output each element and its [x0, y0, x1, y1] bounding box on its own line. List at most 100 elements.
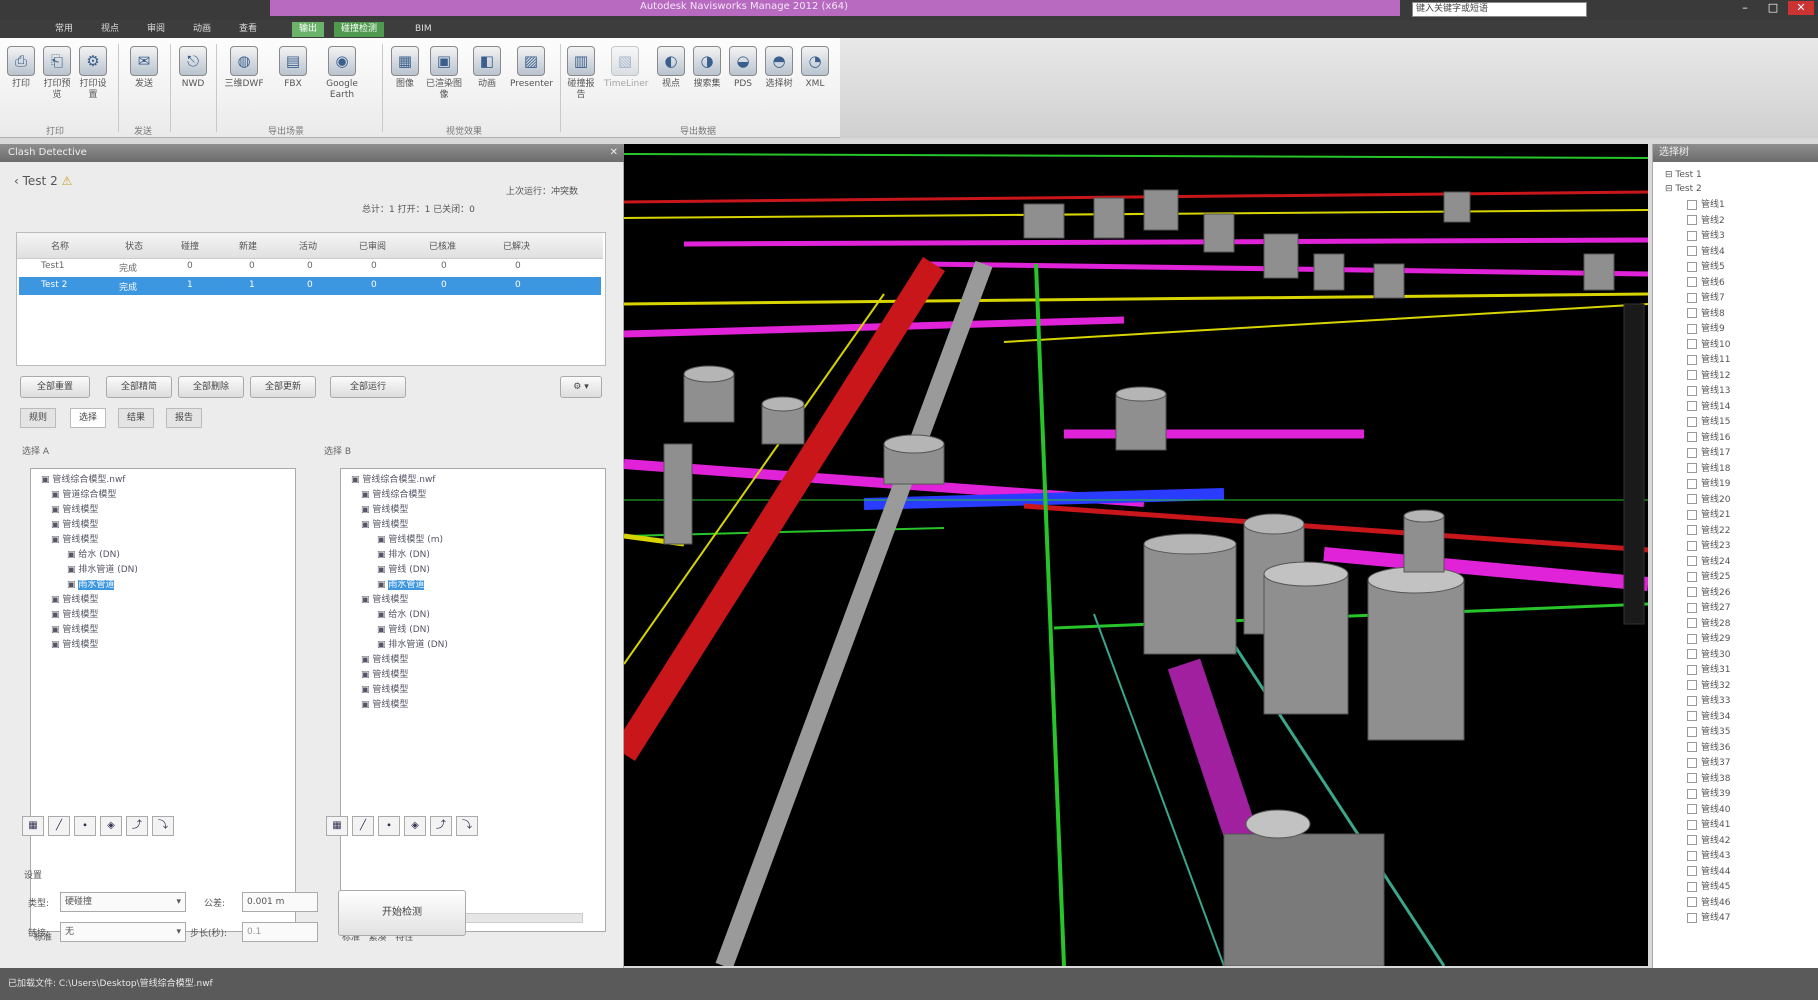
tree-item[interactable]: ▣ 给水 (DN) — [37, 548, 289, 563]
tree-item[interactable]: ▣ 管线模型 — [347, 503, 599, 518]
self-intersect-icon[interactable]: ◈ — [404, 816, 426, 836]
tree-item[interactable]: 管线43 — [1687, 849, 1730, 863]
checkbox-icon[interactable] — [1687, 649, 1697, 659]
tree-item[interactable]: 管线25 — [1687, 570, 1730, 584]
tree-item[interactable]: ▣ 管线综合模型.nwf — [347, 473, 599, 488]
table-row-selected[interactable]: Test 2 完成 1 1 0 0 0 0 — [19, 277, 601, 295]
tab-output[interactable]: 输出 — [292, 22, 325, 37]
tree-item[interactable]: 管线39 — [1687, 787, 1730, 801]
tree-item[interactable]: ▣ 排水管道 (DN) — [347, 638, 599, 653]
lines-icon[interactable]: ╱ — [352, 816, 374, 836]
tree-item[interactable]: 管线42 — [1687, 834, 1730, 848]
tree-item[interactable]: 管线24 — [1687, 555, 1730, 569]
checkbox-icon[interactable] — [1687, 509, 1697, 520]
tree-item[interactable]: 管线29 — [1687, 632, 1730, 646]
start-button[interactable]: 开始检测 — [338, 890, 466, 936]
self-intersect-icon[interactable]: ◈ — [100, 816, 122, 836]
checkbox-icon[interactable] — [1687, 478, 1697, 489]
tree-item[interactable]: ▣ 管线模型 — [37, 593, 289, 608]
checkbox-icon[interactable] — [1687, 571, 1697, 582]
col-new[interactable]: 新建 — [239, 239, 257, 255]
viewpoint-export-button[interactable]: ◐ 视点 — [654, 46, 688, 90]
tree-item[interactable]: 管线9 — [1687, 322, 1725, 336]
checkbox-icon[interactable] — [1687, 215, 1697, 225]
col-status[interactable]: 状态 — [125, 239, 143, 255]
select-current-icon[interactable]: ⤴ — [126, 816, 148, 836]
table-row[interactable]: Test1 完成 0 0 0 0 0 0 — [17, 261, 603, 277]
sync-icon[interactable]: ⤵ — [456, 816, 478, 836]
tree-item[interactable]: ▣ 管线综合模型.nwf — [37, 473, 289, 488]
tree-item[interactable]: 管线31 — [1687, 663, 1730, 677]
tree-item[interactable]: 管线40 — [1687, 803, 1730, 817]
chevron-left-icon[interactable]: ‹ — [14, 174, 23, 188]
tab-animation[interactable]: 动画 — [186, 22, 218, 37]
checkbox-icon[interactable] — [1687, 773, 1697, 783]
tree-item[interactable]: 管线30 — [1687, 648, 1730, 662]
checkbox-icon[interactable] — [1687, 633, 1697, 644]
checkbox-icon[interactable] — [1687, 897, 1697, 907]
tree-item[interactable]: 管线45 — [1687, 880, 1730, 894]
xml-button[interactable]: ◔ XML — [798, 46, 832, 90]
col-approved[interactable]: 已核准 — [429, 239, 456, 255]
delete-all-button[interactable]: 全部删除 — [178, 376, 244, 398]
tree-root[interactable]: ⊟ Test 1 — [1665, 168, 1702, 182]
tree-item[interactable]: 管线15 — [1687, 415, 1730, 429]
tab-view[interactable]: 查看 — [232, 22, 264, 37]
tree-item[interactable]: 管线35 — [1687, 725, 1730, 739]
tab-results[interactable]: 结果 — [118, 408, 155, 428]
search-input[interactable]: 键入关键字或短语 — [1412, 2, 1587, 17]
tab-bim[interactable]: BIM — [408, 22, 439, 37]
checkbox-icon[interactable] — [1687, 230, 1697, 241]
tree-item[interactable]: 管线20 — [1687, 493, 1730, 507]
tree-item[interactable]: 管线19 — [1687, 477, 1730, 491]
options-dropdown-button[interactable]: ⚙ ▾ — [560, 376, 602, 398]
col-reviewed[interactable]: 已审阅 — [359, 239, 386, 255]
checkbox-icon[interactable] — [1687, 835, 1697, 845]
checkbox-icon[interactable] — [1687, 618, 1697, 628]
checkbox-icon[interactable] — [1687, 540, 1697, 551]
tree-item[interactable]: ▣ 管线模型 — [347, 698, 599, 713]
timeliner-button[interactable]: ▧ TimeLiner — [604, 46, 648, 90]
checkbox-icon[interactable] — [1687, 401, 1697, 411]
tree-item[interactable]: 管线13 — [1687, 384, 1730, 398]
tree-item[interactable]: 管线34 — [1687, 710, 1730, 724]
checkbox-icon[interactable] — [1687, 385, 1697, 396]
close-button[interactable]: ✕ — [1788, 1, 1814, 15]
tree-item[interactable]: ▣ 管线模型 — [347, 668, 599, 683]
send-button[interactable]: ✉ 发送 — [124, 46, 164, 90]
google-earth-button[interactable]: ◉ Google Earth — [320, 46, 364, 101]
tree-item[interactable]: 管线11 — [1687, 353, 1730, 367]
sync-icon[interactable]: ⤵ — [152, 816, 174, 836]
selection-b-tree[interactable]: ▣ 管线综合模型.nwf ▣ 管线综合模型 ▣ 管线模型 ▣ 管线模型 ▣ 管线… — [340, 468, 606, 932]
surfaces-icon[interactable]: ▦ — [326, 816, 348, 836]
points-icon[interactable]: ∙ — [378, 816, 400, 836]
checkbox-icon[interactable] — [1687, 525, 1697, 535]
tree-root[interactable]: ⊟ Test 2 — [1665, 182, 1702, 196]
tree-item[interactable]: 管线47 — [1687, 911, 1730, 925]
tree-item[interactable]: ▣ 管线模型 — [37, 518, 289, 533]
tree-item[interactable]: ▣ 管道综合模型 — [37, 488, 289, 503]
maximize-button[interactable]: □ — [1760, 1, 1786, 15]
tree-item[interactable]: ▣ 管线模型 — [347, 653, 599, 668]
tree-item[interactable]: 管线4 — [1687, 245, 1725, 259]
checkbox-icon[interactable] — [1687, 881, 1697, 892]
checkbox-icon[interactable] — [1687, 850, 1697, 861]
lines-icon[interactable]: ╱ — [48, 816, 70, 836]
tab-clash[interactable]: 碰撞检测 — [334, 22, 385, 37]
checkbox-icon[interactable] — [1687, 711, 1697, 721]
tree-item[interactable]: 管线3 — [1687, 229, 1725, 243]
col-resolved[interactable]: 已解决 — [503, 239, 530, 255]
tab-select[interactable]: 选择 — [70, 408, 107, 428]
tree-item[interactable]: 管线41 — [1687, 818, 1730, 832]
tree-item[interactable]: ▣ 管线模型 — [347, 593, 599, 608]
type-select[interactable]: 硬碰撞 ▾ — [60, 892, 186, 912]
selection-tree-export-button[interactable]: ◓ 选择树 — [762, 46, 796, 90]
checkbox-icon[interactable] — [1687, 602, 1697, 613]
surfaces-icon[interactable]: ▦ — [22, 816, 44, 836]
tree-item[interactable]: 管线17 — [1687, 446, 1730, 460]
step-input[interactable]: 0.1 — [242, 922, 318, 942]
tree-item[interactable]: 管线14 — [1687, 400, 1730, 414]
tree-item[interactable]: 管线38 — [1687, 772, 1730, 786]
checkbox-icon[interactable] — [1687, 726, 1697, 737]
tree-item[interactable]: 管线1 — [1687, 198, 1725, 212]
